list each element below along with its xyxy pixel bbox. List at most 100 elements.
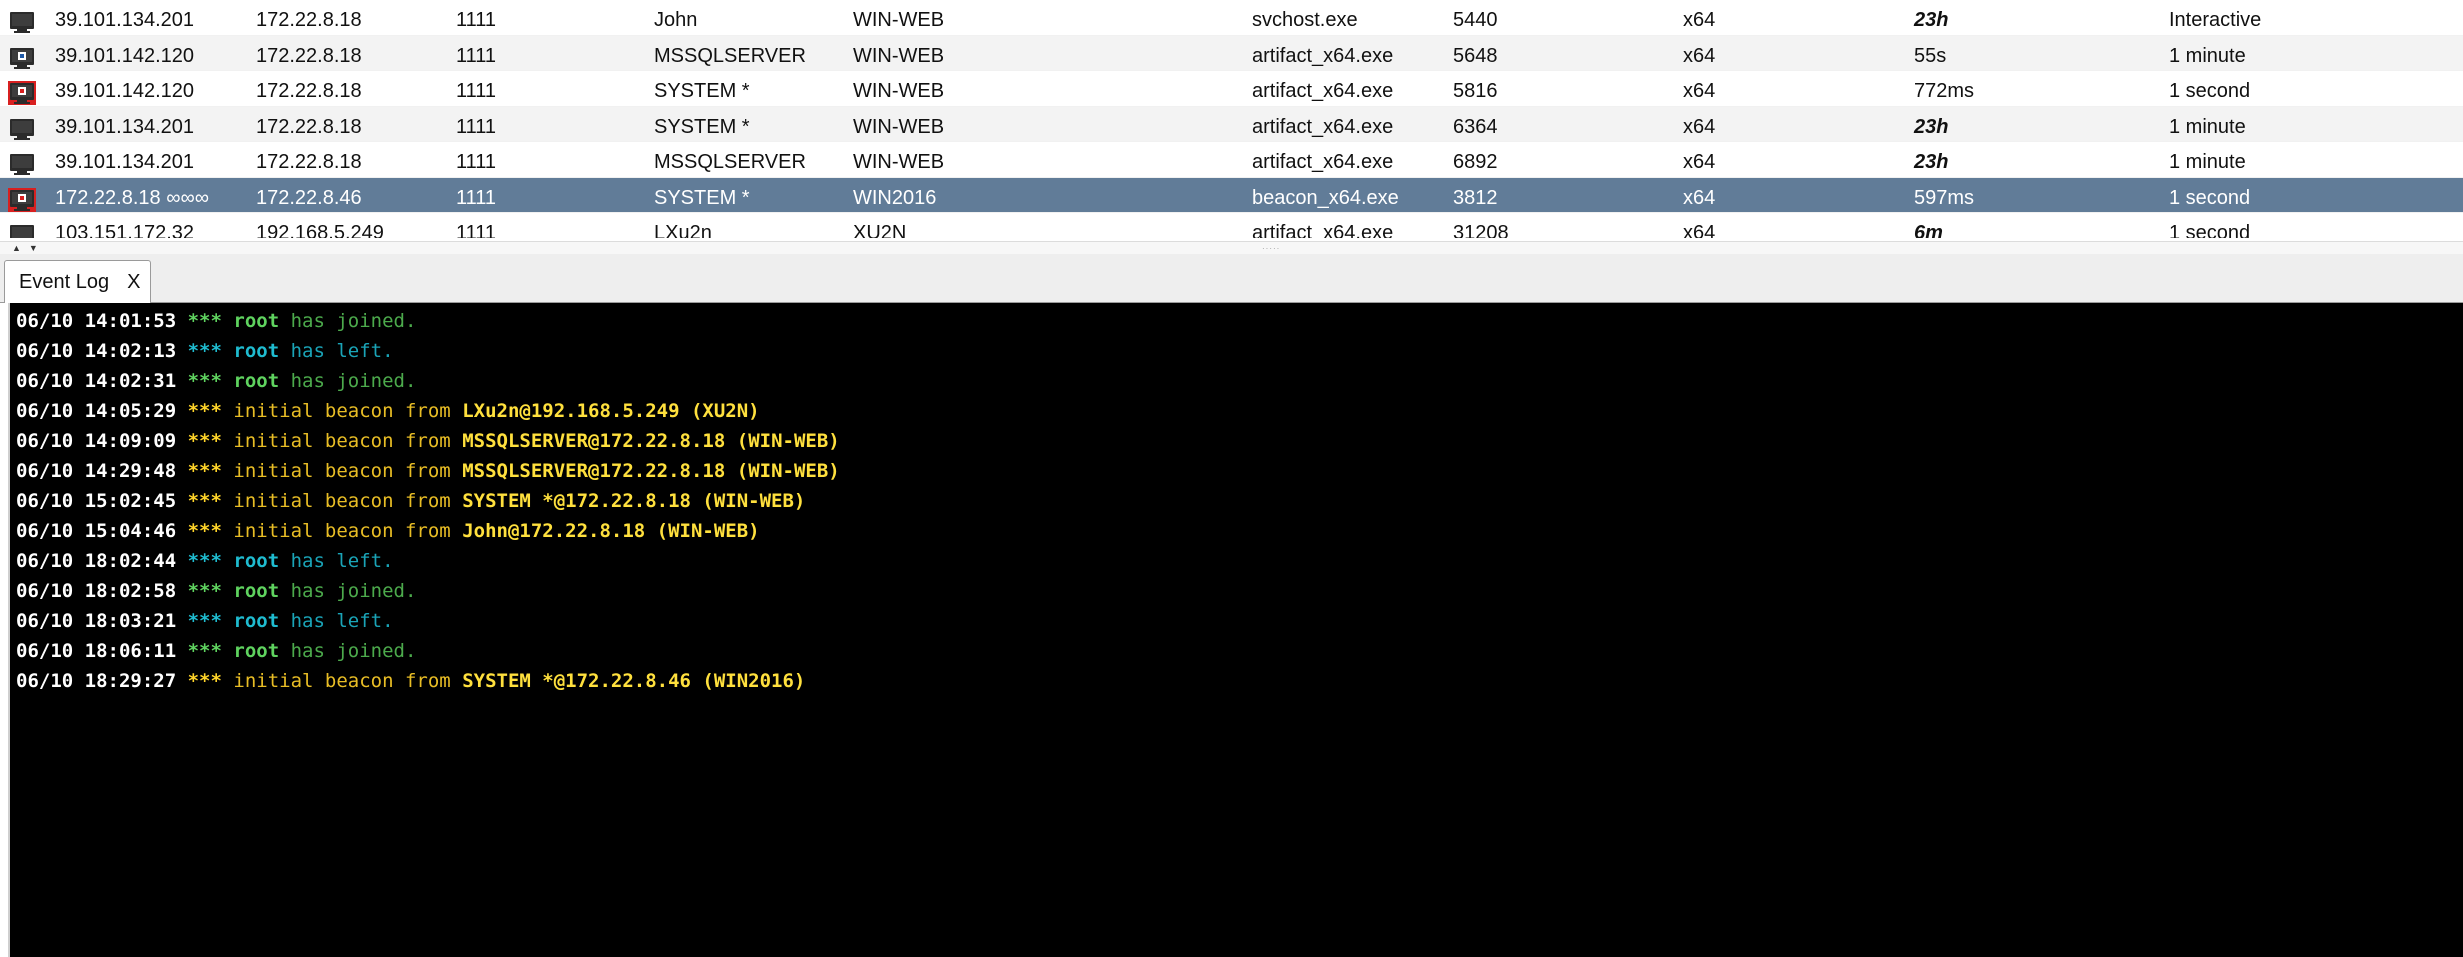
beacon-icon-cell — [8, 36, 40, 71]
log-beacon-host: (WIN-WEB) — [736, 460, 840, 482]
monitor-icon — [8, 221, 36, 238]
log-user: root — [233, 310, 280, 332]
log-marker: *** — [187, 430, 222, 452]
log-message: has joined. — [290, 310, 417, 332]
user-cell: John — [654, 9, 698, 31]
arch-cell: x64 — [1683, 186, 1716, 209]
log-beacon-id: SYSTEM *@172.22.8.18 — [462, 490, 691, 512]
log-timestamp: 06/10 14:02:31 — [16, 370, 177, 392]
sleep-cell: 1 second — [2169, 80, 2251, 102]
log-timestamp: 06/10 18:02:44 — [16, 550, 177, 572]
log-user: root — [233, 340, 280, 362]
arch-cell: x64 — [1683, 222, 1716, 238]
splitter-collapse-arrows-icon[interactable]: ▲▼ — [12, 243, 46, 253]
computer-cell: WIN-WEB — [853, 115, 945, 138]
user-cell: SYSTEM * — [654, 115, 750, 138]
log-line: 06/10 14:09:09 *** initial beacon from M… — [10, 426, 2463, 456]
arch-cell: x64 — [1683, 44, 1716, 67]
log-message: initial beacon from — [233, 430, 451, 452]
log-marker: *** — [187, 520, 222, 542]
log-line: 06/10 14:05:29 *** initial beacon from L… — [10, 396, 2463, 426]
beacon-row[interactable]: 39.101.134.201 172.22.8.18 1111 SYSTEM * WIN… — [0, 106, 2463, 142]
beacon-icon-cell — [8, 142, 40, 177]
log-user: root — [233, 370, 280, 392]
monitor-admin-icon — [8, 44, 36, 69]
log-user: root — [233, 610, 280, 632]
log-message: has joined. — [290, 640, 417, 662]
log-beacon-host: (WIN-WEB) — [656, 520, 760, 542]
last-checkin-cell: 23h — [1914, 151, 1949, 173]
log-marker: *** — [187, 340, 222, 362]
external-ip-cell: 39.101.134.201 — [55, 9, 195, 31]
tab-close-button[interactable]: X — [127, 261, 140, 303]
computer-cell: WIN-WEB — [853, 44, 945, 67]
last-checkin-cell: 6m — [1914, 222, 1943, 238]
panel-splitter[interactable]: ▲▼ ····· — [0, 241, 2463, 255]
log-line: 06/10 14:01:53 *** root has joined. — [10, 306, 2463, 336]
log-beacon-host: (WIN-WEB) — [702, 490, 806, 512]
beacon-row[interactable]: 103.151.172.32 192.168.5.249 1111 LXu2n XU2N… — [0, 213, 2463, 238]
log-user: root — [233, 550, 280, 572]
log-timestamp: 06/10 14:05:29 — [16, 400, 177, 422]
external-ip-cell: 39.101.134.201 — [55, 151, 195, 173]
beacon-row[interactable]: 39.101.134.201 172.22.8.18 1111 John WIN-WEB… — [0, 0, 2463, 36]
beacon-row[interactable]: 39.101.142.120 172.22.8.18 1111 MSSQLSERVER… — [0, 35, 2463, 71]
internal-ip-cell: 172.22.8.18 — [256, 115, 362, 138]
beacon-rows: 39.101.134.201 172.22.8.18 1111 John WIN-WEB… — [0, 0, 2463, 238]
listener-cell: 1111 — [456, 80, 497, 102]
log-timestamp: 06/10 18:29:27 — [16, 670, 177, 692]
event-log-console[interactable]: 06/10 14:01:53 *** root has joined. 06/10… — [8, 303, 2463, 957]
tab-event-log-label: Event Log — [19, 271, 110, 293]
log-user: root — [233, 640, 280, 662]
log-marker: *** — [187, 490, 222, 512]
log-timestamp: 06/10 18:02:58 — [16, 580, 177, 602]
log-beacon-host: (XU2N) — [690, 400, 760, 422]
sleep-cell: 1 second — [2169, 186, 2251, 209]
process-cell: artifact_x64.exe — [1252, 222, 1394, 238]
log-marker: *** — [187, 310, 222, 332]
log-timestamp: 06/10 18:06:11 — [16, 640, 177, 662]
arch-cell: x64 — [1683, 115, 1716, 138]
process-cell: artifact_x64.exe — [1252, 115, 1394, 138]
log-message: has left. — [290, 340, 394, 362]
computer-cell: WIN-WEB — [853, 80, 945, 102]
beacon-icon-cell — [8, 107, 40, 142]
beacon-row[interactable]: 172.22.8.18 ∞∞∞ 172.22.8.46 1111 SYSTEM * WI… — [0, 177, 2463, 213]
tab-event-log[interactable]: Event Log X — [4, 260, 152, 303]
log-marker: *** — [187, 370, 222, 392]
log-line: 06/10 14:29:48 *** initial beacon from M… — [10, 456, 2463, 486]
monitor-icon — [8, 150, 36, 175]
monitor-system-icon — [8, 186, 36, 212]
listener-cell: 1111 — [456, 115, 497, 138]
log-marker: *** — [187, 460, 222, 482]
log-line: 06/10 14:02:31 *** root has joined. — [10, 366, 2463, 396]
log-beacon-id: MSSQLSERVER@172.22.8.18 — [462, 430, 726, 452]
log-beacon-id: MSSQLSERVER@172.22.8.18 — [462, 460, 726, 482]
tab-strip: Event Log X — [0, 254, 2463, 303]
sleep-cell: 1 minute — [2169, 151, 2246, 173]
external-ip-cell: 39.101.142.120 — [55, 80, 195, 102]
arch-cell: x64 — [1683, 80, 1716, 102]
monitor-icon — [8, 8, 36, 33]
log-message: initial beacon from — [233, 670, 451, 692]
beacon-row[interactable]: 39.101.142.120 172.22.8.18 1111 SYSTEM * WIN… — [0, 71, 2463, 107]
last-checkin-cell: 55s — [1914, 44, 1947, 67]
listener-cell: 1111 — [456, 186, 497, 209]
log-user: root — [233, 580, 280, 602]
user-cell: MSSQLSERVER — [654, 44, 806, 67]
log-beacon-host: (WIN2016) — [702, 670, 806, 692]
monitor-icon — [8, 115, 36, 140]
log-line: 06/10 15:02:45 *** initial beacon from S… — [10, 486, 2463, 516]
pid-cell: 5648 — [1453, 44, 1498, 67]
pid-cell: 31208 — [1453, 222, 1509, 238]
monitor-system-icon — [8, 79, 36, 105]
log-timestamp: 06/10 14:02:13 — [16, 340, 177, 362]
beacon-row[interactable]: 39.101.134.201 172.22.8.18 1111 MSSQLSERVER… — [0, 142, 2463, 178]
splitter-grip-icon[interactable]: ····· — [1262, 244, 1280, 253]
log-timestamp: 06/10 15:02:45 — [16, 490, 177, 512]
last-checkin-cell: 23h — [1914, 115, 1949, 138]
internal-ip-cell: 172.22.8.18 — [256, 9, 362, 31]
log-marker: *** — [187, 550, 222, 572]
log-line: 06/10 18:02:58 *** root has joined. — [10, 576, 2463, 606]
computer-cell: WIN-WEB — [853, 151, 945, 173]
